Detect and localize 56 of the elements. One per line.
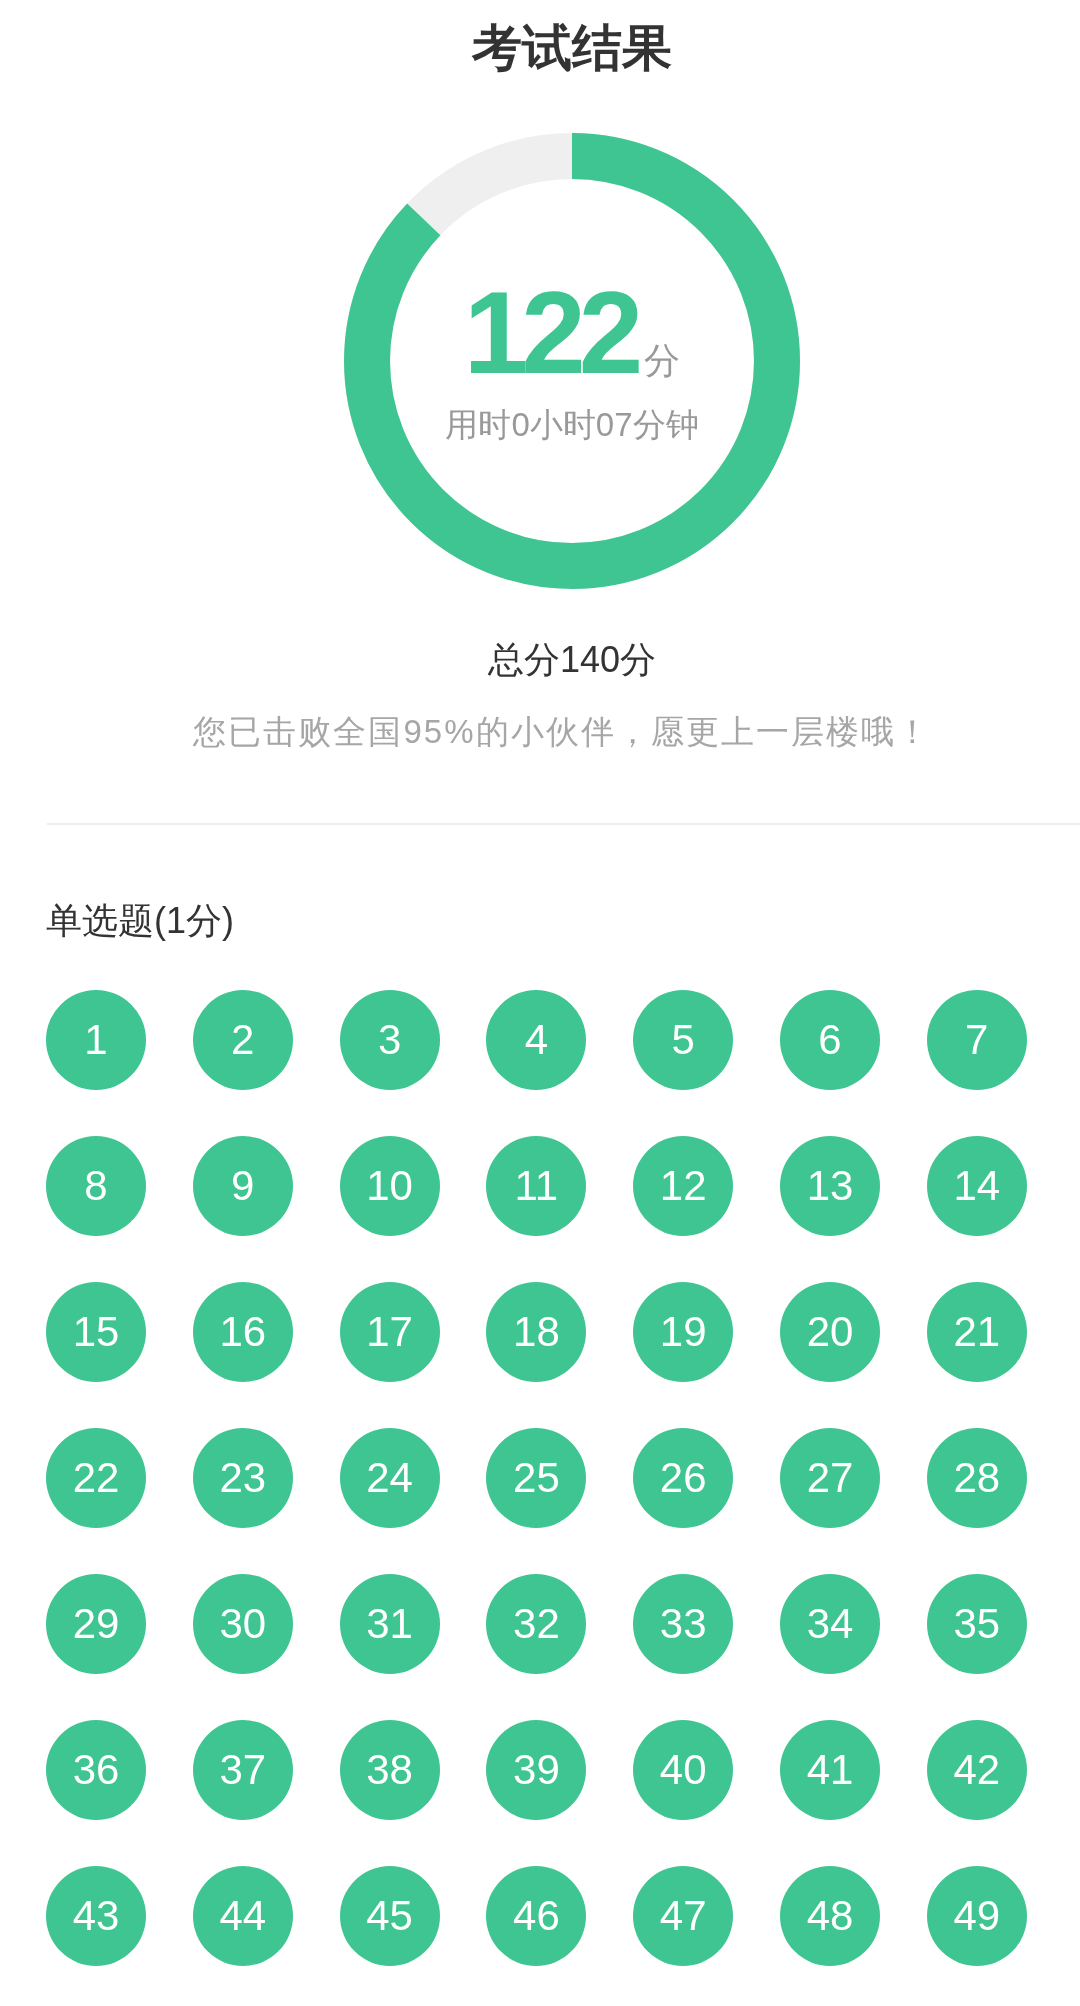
question-number-button[interactable]: 9 [192, 1136, 293, 1236]
question-number-button[interactable]: 20 [780, 1282, 880, 1382]
question-number-button[interactable]: 48 [780, 1866, 880, 1966]
question-number-button[interactable]: 12 [633, 1136, 734, 1236]
question-number-button[interactable]: 4 [486, 990, 587, 1090]
score-value: 122 [463, 283, 637, 383]
question-number-button[interactable]: 6 [780, 990, 880, 1090]
section-title: 单选题(1分) [46, 899, 234, 942]
question-number-button[interactable]: 45 [339, 1866, 440, 1966]
question-number-button[interactable]: 32 [486, 1574, 587, 1674]
question-number-button[interactable]: 42 [926, 1720, 1027, 1820]
question-number-button[interactable]: 27 [780, 1428, 880, 1528]
question-number-button[interactable]: 29 [46, 1574, 146, 1674]
question-number-button[interactable]: 28 [926, 1428, 1027, 1528]
question-number-button[interactable]: 11 [486, 1136, 587, 1236]
total-score-text: 总分140分 [487, 638, 657, 681]
question-number-button[interactable]: 47 [633, 1866, 734, 1966]
question-number-button[interactable]: 44 [192, 1866, 293, 1966]
question-number-button[interactable]: 25 [486, 1428, 587, 1528]
question-number-button[interactable]: 15 [46, 1282, 146, 1382]
question-number-button[interactable]: 40 [633, 1720, 734, 1820]
question-number-button[interactable]: 8 [46, 1136, 146, 1236]
question-number-button[interactable]: 24 [339, 1428, 440, 1528]
question-number-button[interactable]: 41 [780, 1720, 880, 1820]
question-number-button[interactable]: 38 [339, 1720, 440, 1820]
question-number-button[interactable]: 16 [192, 1282, 293, 1382]
question-number-button[interactable]: 3 [339, 990, 440, 1090]
question-number-button[interactable]: 49 [926, 1866, 1027, 1966]
question-number-button[interactable]: 7 [926, 990, 1027, 1090]
question-number-button[interactable]: 37 [192, 1720, 293, 1820]
question-number-button[interactable]: 17 [339, 1282, 440, 1382]
question-number-button[interactable]: 5 [633, 990, 734, 1090]
question-number-button[interactable]: 14 [926, 1136, 1027, 1236]
question-number-button[interactable]: 35 [926, 1574, 1027, 1674]
question-number-button[interactable]: 39 [486, 1720, 587, 1820]
question-number-button[interactable]: 43 [46, 1866, 146, 1966]
question-number-button[interactable]: 30 [192, 1574, 293, 1674]
question-number-button[interactable]: 13 [780, 1136, 880, 1236]
question-number-button[interactable]: 26 [633, 1428, 734, 1528]
page-title: 考试结果 [472, 19, 672, 78]
question-number-button[interactable]: 18 [486, 1282, 587, 1382]
ranking-message: 您已击败全国95%的小伙伴，愿更上一层楼哦！ [193, 712, 931, 752]
question-number-button[interactable]: 2 [192, 990, 293, 1090]
question-number-button[interactable]: 21 [926, 1282, 1027, 1382]
question-number-button[interactable]: 1 [46, 990, 146, 1090]
question-number-button[interactable]: 19 [633, 1282, 734, 1382]
question-number-button[interactable]: 23 [192, 1428, 293, 1528]
question-number-button[interactable]: 33 [633, 1574, 734, 1674]
question-number-button[interactable]: 34 [780, 1574, 880, 1674]
score-unit: 分 [644, 341, 681, 381]
question-number-button[interactable]: 31 [339, 1574, 440, 1674]
question-number-button[interactable]: 10 [339, 1136, 440, 1236]
question-number-button[interactable]: 22 [46, 1428, 146, 1528]
question-number-button[interactable]: 36 [46, 1720, 146, 1820]
question-number-button[interactable]: 46 [486, 1866, 587, 1966]
time-used-text: 用时0小时07分钟 [445, 405, 699, 445]
